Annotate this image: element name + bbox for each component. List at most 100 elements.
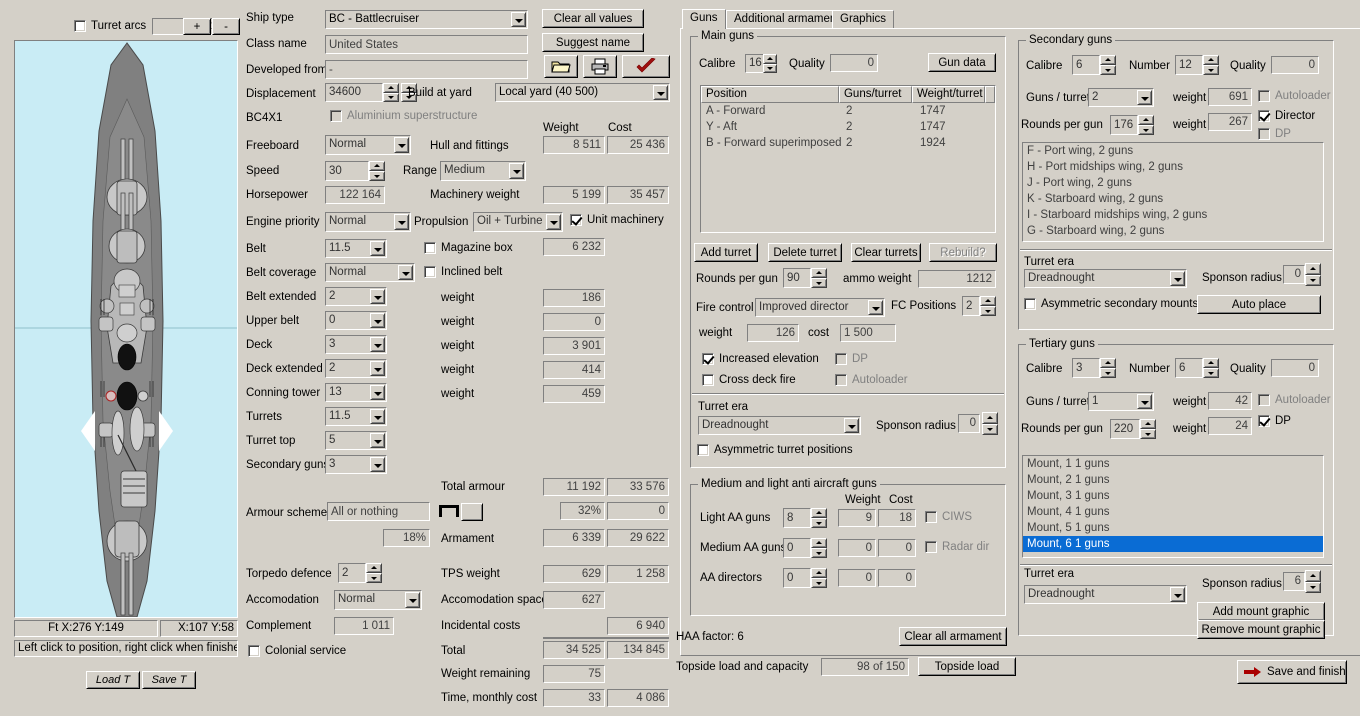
main-guns-col-extra[interactable] [984, 86, 995, 103]
tertiary-sponson-stepper[interactable] [1305, 570, 1321, 593]
tab-graphics[interactable]: Graphics [832, 10, 895, 28]
unit-machinery-checkbox[interactable]: Unit machinery [570, 214, 664, 226]
light-aa-stepper[interactable] [811, 508, 827, 528]
conning-tower-select[interactable]: 13 [325, 383, 387, 402]
list-item[interactable]: I - Starboard midships wing, 2 guns [1023, 207, 1323, 223]
armour-scheme-toggle-button[interactable] [461, 503, 483, 521]
main-rounds-per-gun-input[interactable]: 90 [783, 268, 811, 288]
deck-extended-select[interactable]: 2 [325, 359, 387, 378]
tertiary-sponson-radius-value[interactable]: 6 [1283, 572, 1305, 591]
tertiary-rpg-stepper[interactable] [1140, 419, 1156, 439]
turret-arcs-minus-button[interactable]: - [212, 18, 240, 35]
chevron-down-icon[interactable] [370, 241, 385, 256]
list-item[interactable]: Mount, 2 1 guns [1023, 472, 1323, 488]
chevron-down-icon[interactable] [405, 592, 420, 608]
speed-stepper-up[interactable] [369, 161, 385, 171]
save-and-finish-button[interactable]: Save and finish [1237, 660, 1347, 684]
chevron-down-icon[interactable] [370, 361, 385, 376]
increased-elevation-box[interactable] [702, 353, 714, 365]
cross-deck-fire-box[interactable] [702, 374, 714, 386]
cross-deck-fire-checkbox[interactable]: Cross deck fire [702, 374, 796, 386]
freeboard-select[interactable]: Normal [325, 135, 411, 155]
engine-priority-select[interactable]: Normal [325, 212, 411, 232]
tertiary-sponson-stepper-down[interactable] [1305, 581, 1321, 593]
secondary-director-checkbox[interactable]: Director [1258, 110, 1315, 122]
tab-additional-armament[interactable]: Additional armament [726, 10, 848, 28]
chevron-down-icon[interactable] [370, 433, 385, 448]
list-item[interactable]: Mount, 1 1 guns [1023, 456, 1323, 472]
secondary-mounts-list[interactable]: F - Port wing, 2 guns H - Port midships … [1022, 142, 1324, 242]
ship-plan-view[interactable] [14, 40, 238, 618]
propulsion-select[interactable]: Oil + Turbine [473, 212, 563, 232]
secondary-rpg-stepper[interactable] [1138, 115, 1154, 135]
tertiary-calibre-stepper-up[interactable] [1100, 358, 1116, 368]
main-rpg-stepper-down[interactable] [811, 278, 827, 288]
inclined-belt-box[interactable] [424, 266, 436, 278]
belt-extended-select[interactable]: 2 [325, 287, 387, 306]
inclined-belt-checkbox[interactable]: Inclined belt [424, 266, 502, 278]
list-item[interactable]: K - Starboard wing, 2 guns [1023, 191, 1323, 207]
secondary-calibre-input[interactable]: 6 [1072, 55, 1100, 75]
medium-aa-stepper[interactable] [811, 538, 827, 558]
turret-arcs-checkbox[interactable]: Turret arcs [74, 20, 146, 32]
chevron-down-icon[interactable] [1170, 587, 1185, 602]
tertiary-number-stepper[interactable] [1203, 358, 1219, 378]
chevron-down-icon[interactable] [398, 265, 413, 280]
magazine-box-checkbox[interactable]: Magazine box [424, 242, 513, 254]
upper-belt-select[interactable]: 0 [325, 311, 387, 330]
speed-input[interactable]: 30 [325, 161, 369, 181]
secondary-sponson-radius-value[interactable]: 0 [1283, 265, 1305, 284]
aa-directors-input[interactable]: 0 [783, 568, 811, 588]
secondary-number-stepper-down[interactable] [1203, 65, 1219, 75]
list-item[interactable]: G - Starboard wing, 2 guns [1023, 223, 1323, 239]
class-name-input[interactable]: United States [325, 35, 528, 54]
tab-guns[interactable]: Guns [682, 9, 726, 29]
table-row[interactable]: Y - Aft 2 1747 [701, 119, 995, 135]
main-sponson-radius-stepper[interactable] [982, 412, 998, 435]
secondary-sponson-stepper-up[interactable] [1305, 263, 1321, 275]
main-guns-col-guns[interactable]: Guns/turret [838, 86, 912, 103]
secondary-rounds-per-gun-input[interactable]: 176 [1110, 115, 1138, 135]
light-aa-stepper-up[interactable] [811, 508, 827, 518]
secondary-director-box[interactable] [1258, 110, 1270, 122]
fc-positions-stepper[interactable] [980, 296, 996, 316]
fc-positions-stepper-down[interactable] [980, 306, 996, 316]
secondary-sponson-stepper-down[interactable] [1305, 274, 1321, 286]
magazine-box-box[interactable] [424, 242, 436, 254]
asymmetric-turret-box[interactable] [697, 444, 709, 456]
tertiary-calibre-stepper-down[interactable] [1100, 368, 1116, 378]
tertiary-guns-turret-select[interactable]: 1 [1088, 392, 1154, 411]
chevron-down-icon[interactable] [370, 289, 385, 304]
clear-all-values-button[interactable]: Clear all values [542, 9, 644, 28]
displacement-stepper-up[interactable] [383, 83, 399, 93]
main-rpg-stepper-up[interactable] [811, 268, 827, 278]
secondary-guns-turret-select[interactable]: 2 [1088, 88, 1154, 107]
open-folder-button[interactable] [544, 55, 578, 78]
chevron-down-icon[interactable] [1137, 394, 1152, 409]
topside-load-button[interactable]: Topside load [918, 657, 1016, 676]
ship-type-select[interactable]: BC - Battlecruiser [325, 10, 528, 29]
chevron-down-icon[interactable] [509, 163, 524, 179]
secondary-rpg-stepper-up[interactable] [1138, 115, 1154, 125]
clear-all-armament-button[interactable]: Clear all armament [899, 627, 1007, 646]
tertiary-rpg-stepper-down[interactable] [1140, 429, 1156, 439]
colonial-service-box[interactable] [248, 645, 260, 657]
tertiary-calibre-input[interactable]: 3 [1072, 358, 1100, 378]
chevron-down-icon[interactable] [370, 409, 385, 424]
tertiary-calibre-stepper[interactable] [1100, 358, 1116, 378]
secondary-calibre-stepper[interactable] [1100, 55, 1116, 75]
secondary-number-stepper[interactable] [1203, 55, 1219, 75]
aa-directors-stepper-down[interactable] [811, 578, 827, 588]
belt-coverage-select[interactable]: Normal [325, 263, 415, 282]
main-calibre-stepper-up[interactable] [763, 54, 777, 64]
table-row[interactable]: A - Forward 2 1747 [701, 103, 995, 119]
delete-turret-button[interactable]: Delete turret [768, 243, 842, 262]
chevron-down-icon[interactable] [844, 418, 859, 433]
developed-from-input[interactable]: - [325, 60, 528, 79]
light-aa-stepper-down[interactable] [811, 518, 827, 528]
secondary-number-stepper-up[interactable] [1203, 55, 1219, 65]
main-sponson-stepper-down[interactable] [982, 423, 998, 435]
secondary-calibre-stepper-up[interactable] [1100, 55, 1116, 65]
clear-turrets-button[interactable]: Clear turrets [851, 243, 921, 262]
tertiary-rpg-stepper-up[interactable] [1140, 419, 1156, 429]
